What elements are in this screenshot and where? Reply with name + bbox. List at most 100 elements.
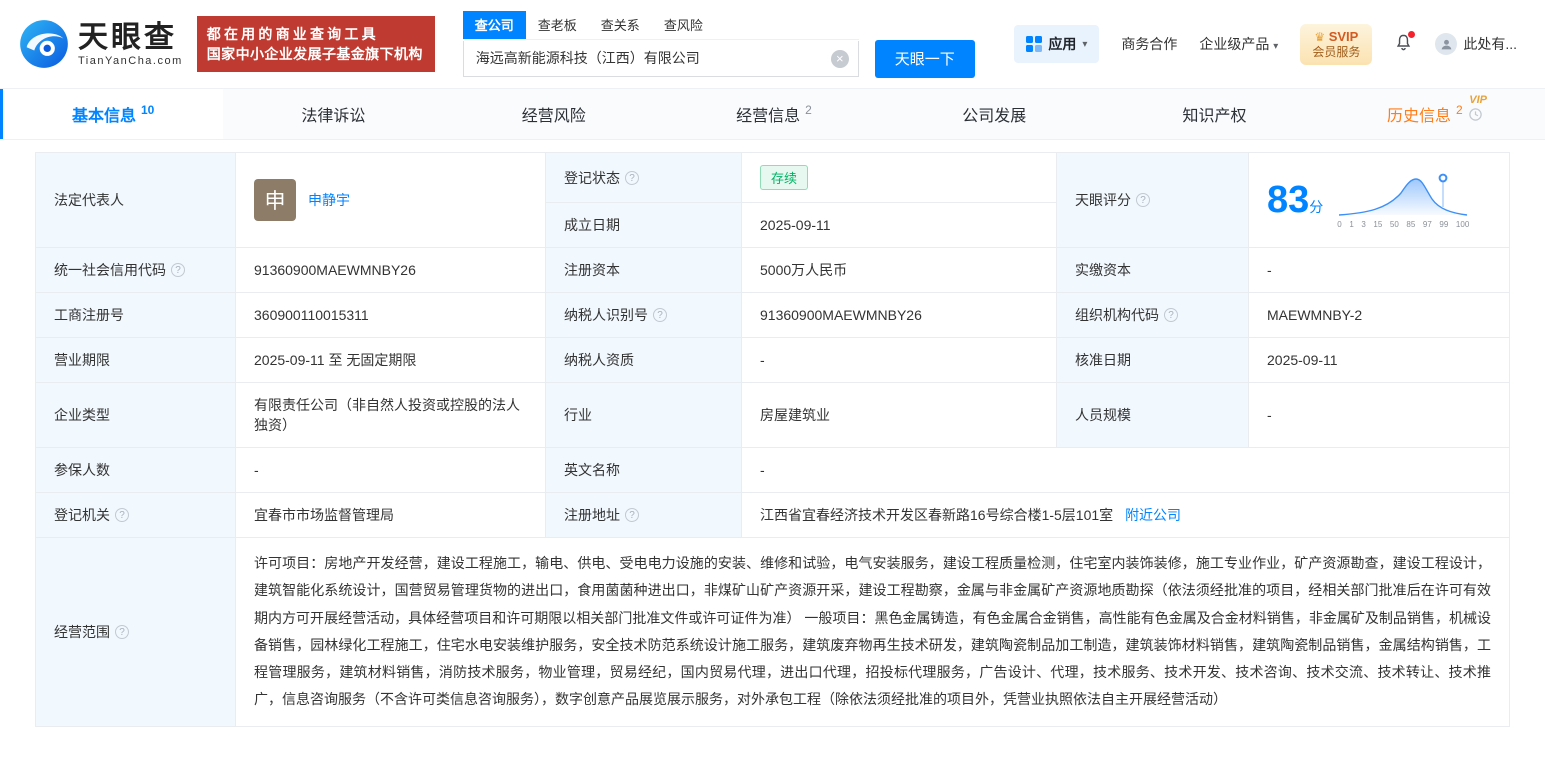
search-tab-boss[interactable]: 查老板 <box>526 11 589 39</box>
score-label-cell: 天眼评分 ? <box>1056 152 1249 248</box>
reg-authority-label-cell: 登记机关 ? <box>35 492 236 538</box>
legal-rep-name-link[interactable]: 申静宇 <box>308 190 350 210</box>
logo-title: 天眼查 <box>78 21 177 54</box>
tick-label: 0 <box>1337 220 1342 229</box>
staff-size-value-cell: - <box>1248 382 1510 448</box>
business-cooperation-link[interactable]: 商务合作 <box>1121 34 1177 54</box>
help-icon[interactable]: ? <box>625 170 639 185</box>
username-text: 此处有... <box>1463 36 1517 52</box>
taxpayer-quality-value-cell: - <box>741 337 1057 383</box>
enterprise-products-label: 企业级产品 <box>1199 36 1270 52</box>
field-value: 5000万人民币 <box>760 262 848 278</box>
field-label: 英文名称 <box>564 462 620 478</box>
field-value: - <box>1267 407 1272 423</box>
apps-grid-icon <box>1026 36 1043 52</box>
tab-basic-info[interactable]: 基本信息 10 <box>0 89 224 139</box>
credit-code-label-cell: 统一社会信用代码 ? <box>35 247 236 293</box>
history-clock-icon <box>1468 107 1482 121</box>
help-icon[interactable]: ? <box>171 263 185 277</box>
org-code-value-cell: MAEWMNBY-2 <box>1248 292 1510 338</box>
score-value: 83 <box>1267 179 1310 221</box>
top-header: 天眼查 TianYanCha.com 都在用的商业查询工具 国家中小企业发展子基… <box>0 0 1545 88</box>
field-value: 2025-09-11 <box>1267 352 1338 368</box>
user-icon <box>1441 39 1452 49</box>
field-label: 天眼评分 <box>1075 192 1131 208</box>
tab-company-development[interactable]: 公司发展 <box>884 89 1104 139</box>
help-icon[interactable]: ? <box>1136 193 1150 207</box>
business-scope-text: 许可项目：房地产开发经营，建设工程施工，输电、供电、受电电力设施的安装、维修和试… <box>254 555 1491 708</box>
section-nav: 基本信息 10 法律诉讼 经营风险 经营信息 2 公司发展 知识产权 VIP 历… <box>0 88 1545 140</box>
search-tab-company[interactable]: 查公司 <box>462 10 526 39</box>
taxpayer-quality-label-cell: 纳税人资质 <box>545 337 742 383</box>
tick-label: 50 <box>1389 220 1399 229</box>
paid-capital-label-cell: 实缴资本 <box>1056 247 1249 293</box>
notifications-button[interactable] <box>1394 31 1416 55</box>
apps-menu-button[interactable]: 应用 ▾ <box>1014 25 1100 63</box>
field-label: 注册资本 <box>564 262 620 278</box>
table-row: 登记机关 ? 宜春市市场监督管理局 注册地址 ? 江西省宜春经济技术开发区春新路… <box>35 492 1510 538</box>
legal-rep-avatar[interactable]: 申 <box>254 179 296 221</box>
field-label: 纳税人资质 <box>564 352 634 368</box>
nearby-companies-link[interactable]: 附近公司 <box>1125 507 1181 523</box>
org-code-label-cell: 组织机构代码 ? <box>1056 292 1249 338</box>
tianyancha-logo-icon <box>20 20 68 68</box>
user-account-menu[interactable]: 此处有... <box>1435 33 1517 55</box>
banner-line2: 国家中小企业发展子基金旗下机构 <box>206 46 423 62</box>
legal-rep-label-cell: 法定代表人 <box>35 152 236 248</box>
reg-capital-value-cell: 5000万人民币 <box>741 247 1057 293</box>
reg-capital-label-cell: 注册资本 <box>545 247 742 293</box>
search-tab-relation[interactable]: 查关系 <box>589 11 652 39</box>
field-value: - <box>254 462 259 478</box>
tianyancha-logo[interactable]: 天眼查 TianYanCha.com <box>18 18 183 70</box>
search-block: 查公司 查老板 查关系 查风险 × 天眼一下 <box>462 10 975 78</box>
bell-curve-icon <box>1339 173 1468 216</box>
field-value: 91360900MAEWMNBY26 <box>254 262 416 278</box>
tab-operation-risk[interactable]: 经营风险 <box>444 89 664 139</box>
tab-label: 公司发展 <box>962 108 1027 125</box>
enterprise-products-menu[interactable]: 企业级产品 ▾ <box>1199 34 1278 54</box>
help-icon[interactable]: ? <box>115 508 129 522</box>
avatar <box>1435 33 1458 55</box>
tick-label: 99 <box>1439 220 1449 229</box>
help-icon[interactable]: ? <box>115 624 129 639</box>
search-tabs: 查公司 查老板 查关系 查风险 <box>462 10 859 40</box>
field-label: 人员规模 <box>1075 407 1131 423</box>
clear-icon[interactable]: × <box>830 49 849 68</box>
staff-size-label-cell: 人员规模 <box>1056 382 1249 448</box>
svip-membership-button[interactable]: ♛ SVIP 会员服务 <box>1300 23 1373 65</box>
field-value: 房屋建筑业 <box>760 407 830 423</box>
business-term-label-cell: 营业期限 <box>35 337 236 383</box>
help-icon[interactable]: ? <box>625 508 639 522</box>
table-row: 营业期限 2025-09-11 至 无固定期限 纳税人资质 - 核准日期 202… <box>35 337 1510 383</box>
reg-number-value-cell: 360900110015311 <box>235 292 546 338</box>
field-label: 注册地址 <box>564 507 620 523</box>
search-tab-risk[interactable]: 查风险 <box>652 11 715 39</box>
tab-legal-proceedings[interactable]: 法律诉讼 <box>223 89 443 139</box>
search-input[interactable] <box>462 40 859 77</box>
reg-address-label-cell: 注册地址 ? <box>545 492 742 538</box>
tick-label: 97 <box>1422 220 1432 229</box>
reg-authority-value-cell: 宜春市市场监督管理局 <box>235 492 546 538</box>
field-label: 参保人数 <box>54 462 110 478</box>
taxpayer-id-value-cell: 91360900MAEWMNBY26 <box>741 292 1057 338</box>
tab-count: 2 <box>805 103 812 117</box>
field-label: 行业 <box>564 407 592 423</box>
banner-line1: 都在用的商业查询工具 <box>206 26 379 42</box>
tab-operation-info[interactable]: 经营信息 2 <box>664 89 884 139</box>
reg-status-value-cell: 存续 <box>741 152 1057 203</box>
tab-intellectual-property[interactable]: 知识产权 <box>1104 89 1324 139</box>
tab-history-info[interactable]: VIP 历史信息 2 <box>1325 89 1545 139</box>
field-label: 成立日期 <box>564 217 620 233</box>
field-label: 核准日期 <box>1075 352 1131 368</box>
field-value: 360900110015311 <box>254 307 369 323</box>
help-icon[interactable]: ? <box>1164 308 1178 322</box>
industry-label-cell: 行业 <box>545 382 742 448</box>
table-row: 统一社会信用代码 ? 91360900MAEWMNBY26 注册资本 5000万… <box>35 247 1510 293</box>
business-term-value-cell: 2025-09-11 至 无固定期限 <box>235 337 546 383</box>
table-row: 法定代表人 申 申静宇 登记状态 ? 存续 天眼评分 ? 83分 0 1 3 1… <box>35 152 1510 248</box>
field-value: 2025-09-11 至 无固定期限 <box>254 352 417 368</box>
search-button[interactable]: 天眼一下 <box>874 39 975 78</box>
help-icon[interactable]: ? <box>653 308 667 322</box>
tick-label: 3 <box>1361 220 1366 229</box>
insured-count-label-cell: 参保人数 <box>35 447 236 493</box>
